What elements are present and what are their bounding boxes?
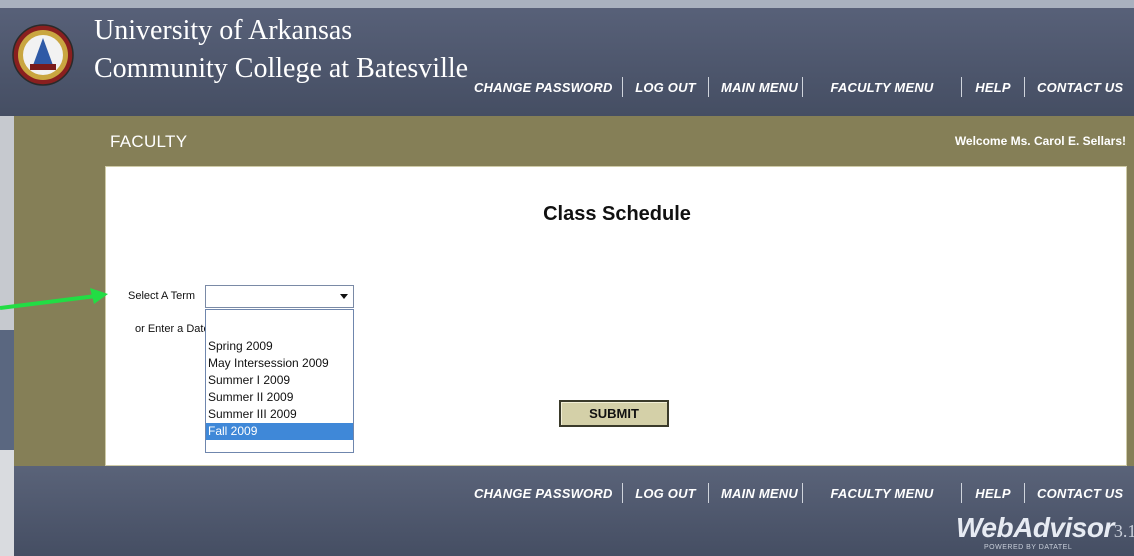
college-name: University of Arkansas Community College… (94, 12, 468, 88)
main-area: FACULTY Welcome Ms. Carol E. Sellars! Cl… (14, 116, 1134, 466)
term-select[interactable] (205, 285, 354, 308)
date-label: or Enter a Date (135, 323, 210, 335)
term-option[interactable]: Summer III 2009 (206, 406, 353, 423)
content-panel: Class Schedule Select A Term or Enter a … (105, 166, 1127, 466)
webadvisor-version: 3.1 (1113, 521, 1134, 541)
college-name-line-2: Community College at Batesville (94, 53, 469, 84)
section-title: FACULTY (110, 132, 188, 151)
submit-button[interactable]: SUBMIT (559, 400, 669, 427)
webadvisor-brand: WebAdvisor (956, 512, 1114, 543)
header-bar: University of Arkansas Community College… (0, 0, 1134, 116)
bottom-navigation: Change Password Log Out Main Menu Facult… (462, 478, 1130, 508)
nav-faculty-menu[interactable]: Faculty Menu (803, 486, 961, 501)
nav-help[interactable]: Help (962, 486, 1024, 501)
browser-edge (0, 0, 1134, 8)
page-title: Class Schedule (543, 203, 691, 225)
term-option[interactable]: Summer I 2009 (206, 372, 353, 389)
nav-log-out[interactable]: Log Out (623, 80, 708, 95)
term-option[interactable]: Spring 2009 (206, 338, 353, 355)
nav-main-menu[interactable]: Main Menu (709, 80, 802, 95)
nav-change-password[interactable]: Change Password (462, 80, 622, 95)
nav-faculty-menu[interactable]: Faculty Menu (803, 80, 961, 95)
college-name-line-1: University of Arkansas (94, 15, 353, 46)
chevron-down-icon[interactable] (340, 294, 348, 299)
college-seal-icon (12, 24, 74, 86)
term-option[interactable]: May Intersession 2009 (206, 355, 353, 372)
nav-main-menu[interactable]: Main Menu (709, 486, 802, 501)
powered-by: POWERED BY DATATEL (984, 544, 1073, 551)
term-option-selected[interactable]: Fall 2009 (206, 423, 353, 440)
nav-change-password[interactable]: Change Password (462, 486, 622, 501)
webadvisor-logo: WebAdvisor3.1 (956, 512, 1134, 544)
term-option[interactable]: Summer II 2009 (206, 389, 353, 406)
nav-help[interactable]: Help (962, 80, 1024, 95)
nav-contact-us[interactable]: Contact Us (1025, 80, 1130, 95)
nav-log-out[interactable]: Log Out (623, 486, 708, 501)
top-navigation: Change Password Log Out Main Menu Facult… (462, 72, 1130, 102)
annotation-arrow-icon (0, 288, 108, 310)
term-dropdown-list[interactable]: Spring 2009 May Intersession 2009 Summer… (205, 309, 354, 453)
welcome-message: Welcome Ms. Carol E. Sellars! (954, 134, 1126, 148)
term-label: Select A Term (128, 290, 196, 302)
nav-contact-us[interactable]: Contact Us (1025, 486, 1130, 501)
